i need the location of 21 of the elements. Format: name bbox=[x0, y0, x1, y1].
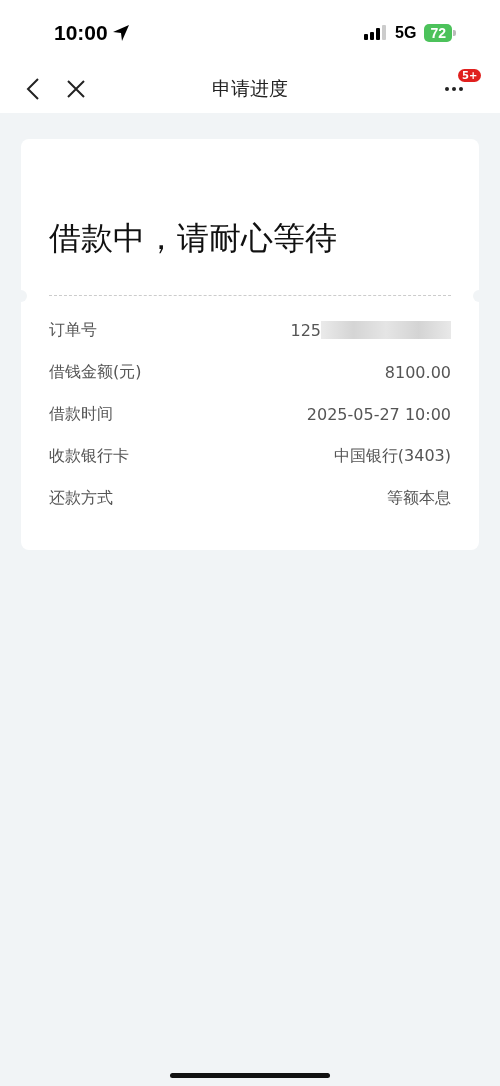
battery-indicator: 72 bbox=[424, 23, 456, 42]
row-value: 中国银行(3403) bbox=[333, 445, 451, 467]
more-icon[interactable] bbox=[444, 86, 464, 92]
signal-icon bbox=[363, 24, 388, 41]
row-label: 借款时间 bbox=[49, 403, 113, 425]
row-label: 收款银行卡 bbox=[49, 445, 129, 467]
back-icon[interactable] bbox=[26, 78, 40, 100]
network-label: 5G bbox=[395, 23, 417, 42]
row-value: 8100.00 bbox=[384, 362, 451, 382]
page-title: 申请进度 bbox=[212, 76, 288, 101]
row-value: 125 bbox=[290, 320, 321, 340]
row-value: 2025-05-27 10:00 bbox=[306, 404, 451, 424]
location-arrow-icon bbox=[111, 23, 130, 42]
row-label: 还款方式 bbox=[49, 487, 113, 509]
row-label: 订单号 bbox=[49, 319, 97, 341]
row-value: 等额本息 bbox=[387, 487, 451, 509]
status-time: 10:00 bbox=[54, 20, 108, 45]
close-icon[interactable] bbox=[66, 79, 86, 99]
row-label: 借钱金额(元) bbox=[49, 361, 142, 383]
notification-badge: 5+ bbox=[458, 69, 482, 82]
status-heading: 借款中，请耐心等待 bbox=[49, 218, 338, 259]
